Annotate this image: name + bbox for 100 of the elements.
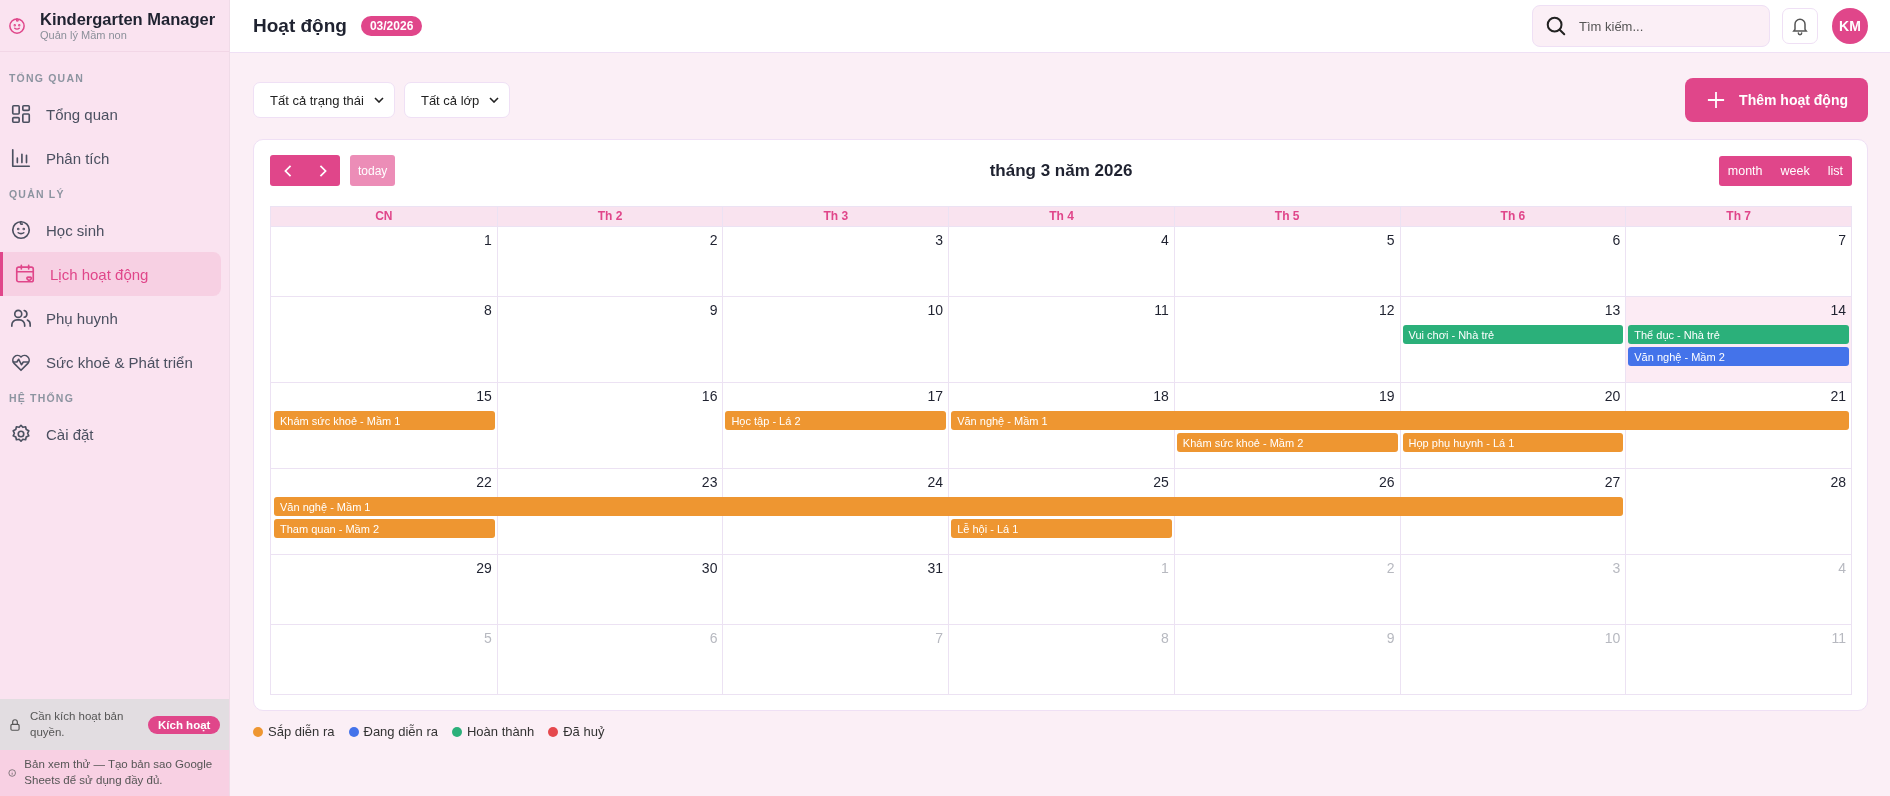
- day-number: 13: [1604, 301, 1622, 320]
- section-label: QUẢN LÝ: [8, 187, 66, 202]
- view-button[interactable]: list: [1818, 155, 1852, 186]
- dashboard-grid-icon: [10, 103, 32, 125]
- day-number: 30: [701, 559, 719, 578]
- weekday-header: Th 3: [722, 207, 949, 226]
- weekday-header: Th 7: [1625, 207, 1851, 226]
- day-number: 1: [483, 231, 493, 250]
- day-number: 27: [1604, 473, 1622, 492]
- day-number: 26: [1379, 473, 1396, 492]
- search-field[interactable]: Tìm kiếm...: [1532, 5, 1770, 47]
- filter-dropdown[interactable]: Tất cả trạng thái: [253, 82, 395, 118]
- event-bar[interactable]: Văn nghệ - Mầm 2: [1628, 347, 1849, 366]
- event-bar[interactable]: Khám sức khoẻ - Mầm 2: [1176, 433, 1398, 452]
- legend-label: Đang diễn ra: [363, 724, 438, 739]
- section-label: HỆ THỐNG: [8, 391, 76, 407]
- notifications-button[interactable]: [1782, 8, 1818, 44]
- bell-icon: [1790, 16, 1810, 36]
- day-number: 6: [709, 629, 719, 648]
- user-avatar[interactable]: KM: [1832, 8, 1868, 44]
- month-badge: 03/2026: [360, 16, 423, 36]
- day-number: 9: [1386, 629, 1396, 648]
- chevron-down-icon: [489, 97, 500, 103]
- view-button[interactable]: week: [1771, 155, 1819, 186]
- day-number: 11: [1831, 629, 1847, 648]
- view-button[interactable]: month: [1718, 155, 1772, 186]
- day-number: 8: [1161, 629, 1170, 648]
- event-bar[interactable]: Học tập - Lá 2: [725, 411, 947, 430]
- today-button[interactable]: today: [350, 155, 396, 186]
- add-activity-button[interactable]: Thêm hoạt động: [1685, 78, 1868, 122]
- lock-icon: [8, 717, 22, 732]
- day-number: 1: [1161, 559, 1170, 578]
- weekday-header: Th 5: [1173, 207, 1400, 226]
- event-bar[interactable]: Văn nghệ - Mầm 1: [274, 497, 1624, 516]
- day-number: 7: [935, 629, 945, 648]
- day-number: 2: [709, 231, 719, 250]
- day-number: 29: [476, 559, 493, 578]
- baby-face-icon: [8, 16, 26, 35]
- app-subtitle: Quản lý Mầm non: [40, 29, 128, 41]
- legend-label: Hoàn thành: [466, 724, 535, 739]
- day-number: 19: [1379, 387, 1396, 406]
- day-number: 7: [1838, 231, 1847, 250]
- day-number: 12: [1379, 301, 1396, 320]
- info-icon: [8, 766, 17, 780]
- day-number: 20: [1604, 387, 1622, 406]
- event-bar[interactable]: Lễ hội - Lá 1: [951, 519, 1172, 538]
- event-bar[interactable]: Khám sức khoẻ - Mầm 1: [274, 411, 495, 430]
- settings-icon: [10, 423, 32, 445]
- sidebar-item[interactable]: Lịch hoạt động: [0, 252, 221, 296]
- day-number: 8: [483, 301, 493, 320]
- day-number: 23: [701, 473, 719, 492]
- baby-face-icon: [10, 219, 32, 241]
- weekday-header: Th 4: [948, 207, 1174, 226]
- event-bar[interactable]: Văn nghệ - Mầm 1: [951, 411, 1849, 430]
- day-number: 5: [1386, 231, 1396, 250]
- calendar-title: tháng 3 năm 2026: [989, 160, 1133, 181]
- day-number: 18: [1153, 387, 1170, 406]
- day-number: 21: [1830, 387, 1847, 406]
- day-number: 3: [935, 231, 945, 250]
- event-bar[interactable]: Vui chơi - Nhà trẻ: [1402, 325, 1624, 344]
- search-icon: [1545, 15, 1567, 37]
- users-icon: [10, 307, 32, 329]
- weekday-header: Th 6: [1399, 207, 1626, 226]
- legend-label: Đã huỷ: [563, 724, 605, 739]
- activate-button[interactable]: Kích hoạt: [148, 715, 221, 734]
- day-number: 16: [701, 387, 719, 406]
- chevron-down-icon: [373, 97, 384, 103]
- sidebar-item[interactable]: Phân tích: [0, 136, 221, 180]
- day-number: 10: [1604, 629, 1622, 648]
- day-number: 25: [1153, 473, 1170, 492]
- day-number: 11: [1154, 301, 1170, 320]
- app-title: Kindergarten Manager: [40, 10, 216, 29]
- page-title: Hoạt động: [253, 15, 347, 37]
- weekday-header: Th 2: [496, 207, 723, 226]
- chevron-right-icon: [318, 164, 327, 177]
- license-message: Cần kích hoạt bản quyền.: [30, 709, 125, 740]
- event-bar[interactable]: Thể dục - Nhà trẻ: [1628, 325, 1849, 344]
- day-number: 2: [1386, 559, 1396, 578]
- sidebar-item[interactable]: Cài đặt: [0, 412, 221, 456]
- day-number: 31: [927, 559, 945, 578]
- day-number: 17: [927, 387, 945, 406]
- filter-dropdown[interactable]: Tất cả lớp: [403, 82, 511, 118]
- day-number: 22: [476, 473, 493, 492]
- day-number: 6: [1612, 231, 1622, 250]
- event-bar[interactable]: Họp phụ huynh - Lá 1: [1402, 433, 1624, 452]
- notice-message: Bản xem thử — Tạo bản sao Google Sheets để sử dụng đầy đủ.: [24, 757, 214, 788]
- sidebar-item[interactable]: Phụ huynh: [0, 296, 221, 340]
- sidebar-item[interactable]: Sức khoẻ & Phát triển: [0, 340, 221, 384]
- day-number: 15: [476, 387, 493, 406]
- day-number: 4: [1838, 559, 1847, 578]
- day-number: 14: [1830, 301, 1847, 320]
- event-bar[interactable]: Tham quan - Mầm 2: [274, 519, 495, 538]
- bar-chart-icon: [10, 147, 32, 169]
- day-number: 28: [1830, 473, 1847, 492]
- sidebar-item[interactable]: Học sinh: [0, 208, 221, 252]
- weekday-header: CN: [374, 208, 394, 225]
- sidebar-item[interactable]: Tổng quan: [0, 92, 221, 136]
- day-number: 9: [709, 301, 719, 320]
- day-number: 10: [927, 301, 945, 320]
- section-label: TỔNG QUAN: [8, 71, 85, 86]
